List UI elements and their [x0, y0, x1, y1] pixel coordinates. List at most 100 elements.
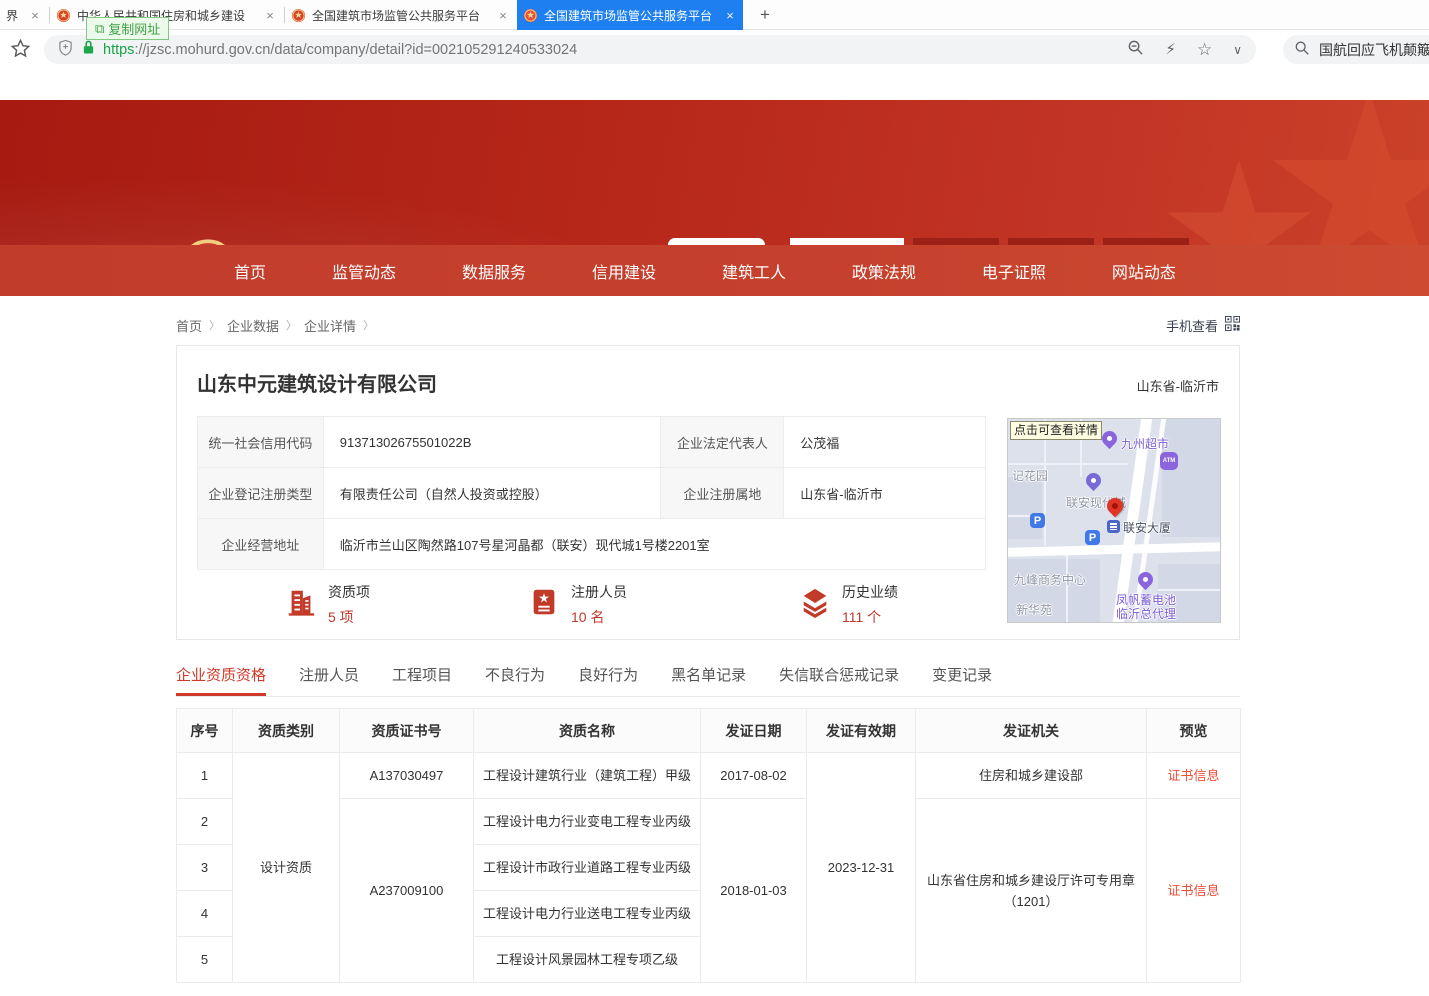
company-summary-card: 山东中元建筑设计有限公司 山东省-临沂市 统一社会信用代码 9137130267… [176, 345, 1240, 640]
cell-index: 1 [177, 753, 233, 799]
wechat-qr-code [668, 238, 765, 245]
zoom-out-icon[interactable] [1127, 39, 1144, 61]
browser-tab-jzsc-active[interactable]: 全国建筑市场监管公共服务平台 × [517, 0, 743, 30]
lightning-icon[interactable]: ⚡ [1165, 42, 1176, 57]
col-header-valid-until: 发证有效期 [807, 709, 916, 753]
col-header-name: 资质名称 [474, 709, 701, 753]
map-label-battery-2: 临沂总代理 [1116, 605, 1176, 622]
parking-icon: P [1085, 530, 1100, 545]
stat-value: 111 个 [842, 607, 898, 627]
building-icon [285, 586, 317, 623]
decor-star-icon [1164, 160, 1314, 245]
breadcrumb-company-data[interactable]: 企业数据 [227, 316, 279, 335]
map-label-lianan-tower: 联安大厦 [1123, 519, 1171, 536]
field-label: 企业经营地址 [198, 519, 324, 570]
breadcrumb-home[interactable]: 首页 [176, 316, 202, 335]
company-stats: 资质项 5 项 注册人员 10 名 历史业绩 111 个 [197, 582, 986, 627]
cell-name: 工程设计电力行业变电工程专业丙级 [474, 799, 701, 845]
qr-code-icon [1225, 316, 1240, 334]
stat-registered-personnel[interactable]: 注册人员 10 名 [528, 582, 627, 627]
tab-good-behavior[interactable]: 良好行为 [578, 664, 638, 696]
address-value: 临沂市兰山区陶然路107号星河晶都（联安）现代城1号楼2201室 [323, 519, 985, 570]
search-tab-credit[interactable]: 诚信记录 [1103, 238, 1189, 245]
cell-name: 工程设计市政行业道路工程专业丙级 [474, 845, 701, 891]
new-tab-button[interactable]: + [752, 2, 778, 28]
map-label-business-center: 九峰商务中心 [1014, 571, 1086, 588]
tab-bad-behavior[interactable]: 不良行为 [485, 664, 545, 696]
nav-item-supervision[interactable]: 监管动态 [332, 259, 396, 283]
cell-cert-no: A237009100 [340, 799, 474, 983]
map-label-supermarket: 九州超市 [1121, 435, 1169, 452]
tab-projects[interactable]: 工程项目 [392, 664, 452, 696]
cell-index: 2 [177, 799, 233, 845]
shield-icon[interactable] [58, 39, 73, 61]
tab-dishonesty[interactable]: 失信联合惩戒记录 [779, 664, 899, 696]
browser-address-bar: https://jzsc.mohurd.gov.cn/data/company/… [0, 31, 1429, 68]
building-pin-icon [1083, 470, 1104, 491]
chevron-down-icon[interactable]: ∨ [1233, 44, 1242, 56]
mobile-view-button[interactable]: 手机查看 [1166, 316, 1240, 335]
map-block [1008, 477, 1042, 539]
nav-item-credit[interactable]: 信用建设 [592, 259, 656, 283]
copy-icon: ⧉ [95, 21, 104, 37]
col-header-cert-no: 资质证书号 [340, 709, 474, 753]
url-field[interactable]: https://jzsc.mohurd.gov.cn/data/company/… [44, 35, 1256, 64]
breadcrumb: 首页 〉 企业数据 〉 企业详情 〉 手机查看 [176, 314, 1240, 336]
favorite-star-icon[interactable]: ☆ [1197, 41, 1212, 58]
tab-blacklist[interactable]: 黑名单记录 [671, 664, 746, 696]
certificate-icon [528, 586, 560, 623]
url-scheme: https [103, 42, 134, 58]
col-header-preview: 预览 [1147, 709, 1241, 753]
nav-item-home[interactable]: 首页 [234, 259, 266, 283]
breadcrumb-separator: 〉 [363, 317, 374, 333]
quick-search-text: 国航回应飞机颠簸 [1319, 40, 1429, 60]
nav-item-data-service[interactable]: 数据服务 [462, 259, 526, 283]
cell-authority: 山东省住房和城乡建设厅许可专用章 （1201） [916, 799, 1147, 983]
emblem-favicon-icon [56, 8, 71, 23]
tab-registered-personnel[interactable]: 注册人员 [299, 664, 359, 696]
search-tab-personnel[interactable]: 从业人员 [913, 238, 999, 245]
browser-tab-partial[interactable]: 界 × [0, 0, 48, 30]
breadcrumb-company-detail[interactable]: 企业详情 [304, 316, 356, 335]
nav-item-e-license[interactable]: 电子证照 [982, 259, 1046, 283]
quick-search-box[interactable]: 国航回应飞机颠簸 [1283, 35, 1429, 64]
close-icon[interactable]: × [263, 8, 277, 23]
col-header-issue-date: 发证日期 [701, 709, 807, 753]
cell-issue-date: 2018-01-03 [701, 799, 807, 983]
nav-item-site-news[interactable]: 网站动态 [1112, 259, 1176, 283]
cell-name: 工程设计建筑行业（建筑工程）甲级 [474, 753, 701, 799]
location-map[interactable]: 点击可查看详情 九州超市 ATM 记花园 联安现代城 联安大厦 P P 九峰商务… [1007, 418, 1221, 623]
mobile-view-label: 手机查看 [1166, 316, 1218, 335]
close-icon[interactable]: × [496, 8, 510, 23]
cell-index: 5 [177, 937, 233, 983]
browser-window: 界 × 中华人民共和国住房和城乡建设 × 全国建筑市场监管公共服务平台 × 全国… [0, 0, 1429, 996]
search-tab-enterprise[interactable]: 建设工程企业 [790, 238, 904, 245]
nav-item-policy[interactable]: 政策法规 [852, 259, 916, 283]
bookmark-star-icon[interactable] [10, 38, 31, 64]
search-tab-project[interactable]: 建设项目 [1008, 238, 1094, 245]
cell-index: 3 [177, 845, 233, 891]
national-emblem-icon [178, 237, 238, 245]
certificate-info-link[interactable]: 证书信息 [1167, 883, 1219, 898]
col-header-category: 资质类别 [233, 709, 340, 753]
detail-tabs: 企业资质资格 注册人员 工程项目 不良行为 良好行为 黑名单记录 失信联合惩戒记… [176, 664, 1240, 697]
address-bar-actions: ⚡ ☆ ∨ [1127, 39, 1242, 61]
company-region: 山东省-临沂市 [1137, 376, 1219, 395]
parking-icon: P [1030, 513, 1045, 528]
browser-tab-jzsc-1[interactable]: 全国建筑市场监管公共服务平台 × [285, 0, 516, 30]
tab-title: 全国建筑市场监管公共服务平台 [312, 7, 490, 24]
field-label: 企业注册属地 [661, 468, 784, 519]
close-icon[interactable]: × [723, 8, 737, 23]
search-category-tabs: 建设工程企业 从业人员 建设项目 诚信记录 [790, 238, 1237, 245]
supermarket-pin-icon [1099, 428, 1120, 449]
nav-item-workers[interactable]: 建筑工人 [722, 259, 786, 283]
table-header-row: 序号 资质类别 资质证书号 资质名称 发证日期 发证有效期 发证机关 预览 [177, 709, 1241, 753]
map-lane [1066, 554, 1068, 623]
stat-qualifications[interactable]: 资质项 5 项 [285, 582, 370, 627]
close-icon[interactable]: × [28, 8, 42, 23]
tab-change-records[interactable]: 变更记录 [932, 664, 992, 696]
site-header-banner: 中华人民共和国住房和城乡建设部 www.mohurd.gov.cn 全国建筑市场… [0, 100, 1429, 245]
tab-qualifications[interactable]: 企业资质资格 [176, 664, 266, 696]
certificate-info-link[interactable]: 证书信息 [1167, 768, 1219, 783]
stat-past-performance[interactable]: 历史业绩 111 个 [799, 582, 898, 627]
